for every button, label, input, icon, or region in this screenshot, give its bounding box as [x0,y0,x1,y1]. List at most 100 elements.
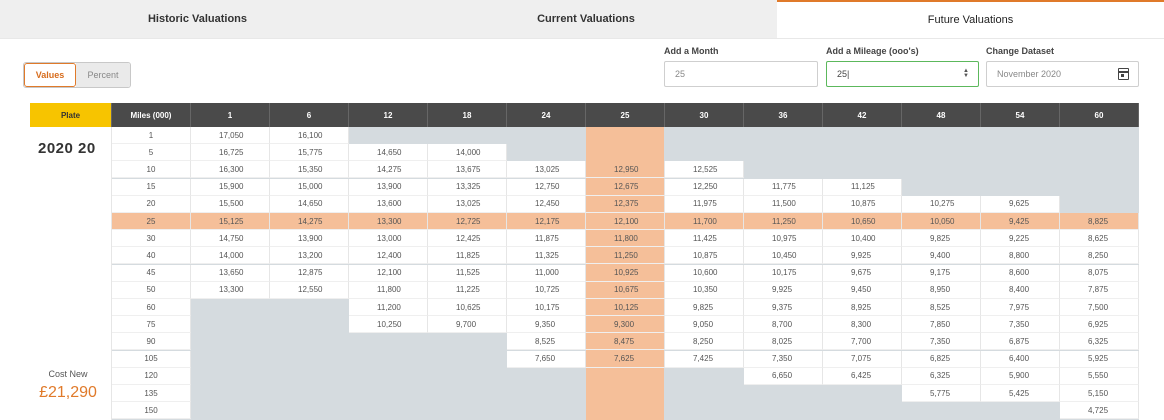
valuation-cell: 10,450 [744,247,823,265]
month-label: Add a Month [664,46,719,56]
valuation-cell: 8,825 [1060,213,1139,230]
valuation-cell: 11,425 [665,230,744,248]
valuation-cell: 11,500 [744,195,823,213]
valuation-cell: 9,450 [823,281,902,299]
valuation-cell: 11,775 [744,178,823,196]
valuation-cell: 6,400 [981,350,1060,368]
valuation-cell: 11,325 [507,247,586,265]
valuation-cell: 11,800 [586,230,665,248]
dataset-value: November 2020 [997,69,1062,79]
valuation-cell: 8,250 [1060,247,1139,265]
valuation-cell: 14,275 [270,213,349,230]
valuation-cell: 14,750 [191,230,270,248]
valuation-cell: 9,175 [902,264,981,282]
valuation-cell: 10,875 [823,195,902,213]
valuation-grid: Plate Miles (000) 2020 20 Cost New £21,2… [30,103,1139,420]
mileage-cell: 50 [112,281,191,299]
valuation-cell: 11,000 [507,264,586,282]
valuation-cell: 10,675 [586,281,665,299]
valuation-cell: 13,200 [270,247,349,265]
valuation-cell: 7,425 [665,350,744,368]
valuation-cell: 7,075 [823,350,902,368]
valuation-cell: 10,175 [744,264,823,282]
mileage-cell: 40 [112,247,191,265]
valuation-cell: 13,650 [191,264,270,282]
valuation-cell: 10,400 [823,230,902,248]
valuation-cell: 10,250 [349,316,428,334]
valuation-cell: 8,525 [507,333,586,351]
valuation-cell: 7,700 [823,333,902,351]
valuation-cell: 7,650 [507,350,586,368]
valuation-cell: 11,800 [349,281,428,299]
valuation-cell: 12,100 [349,264,428,282]
valuation-cell: 9,425 [981,213,1060,230]
valuation-cell: 13,675 [428,161,507,179]
mileage-input[interactable]: 25| ▲ ▼ [826,61,979,87]
valuation-cell: 10,875 [665,247,744,265]
month-header: 42 [823,103,902,127]
month-header: 24 [507,103,586,127]
valuation-cell: 9,625 [981,195,1060,213]
month-header: 6 [270,103,349,127]
dataset-label: Change Dataset [986,46,1055,56]
month-input[interactable]: 25 [664,61,818,87]
mileage-cell: 105 [112,350,191,368]
percent-button[interactable]: Percent [76,63,130,87]
valuation-cell: 15,000 [270,178,349,196]
valuation-cell: 15,775 [270,144,349,162]
tab-divider [0,38,1164,39]
valuation-cell: 9,400 [902,247,981,265]
valuation-cell: 5,775 [902,385,981,402]
valuation-cell: 8,250 [665,333,744,351]
mileage-cell: 20 [112,195,191,213]
valuation-cell: 7,850 [902,316,981,334]
valuation-cell: 7,875 [1060,281,1139,299]
valuation-cell: 8,300 [823,316,902,334]
valuation-cell: 11,825 [428,247,507,265]
valuation-cell: 8,700 [744,316,823,334]
tab-historic-valuations[interactable]: Historic Valuations [0,0,395,38]
tab-future-valuations[interactable]: Future Valuations [777,0,1164,38]
valuation-cell: 12,750 [507,178,586,196]
valuation-cell: 9,050 [665,316,744,334]
month-header: 25 [586,103,665,127]
valuation-cell: 9,375 [744,299,823,316]
valuation-cell: 5,925 [1060,350,1139,368]
valuation-cell: 5,150 [1060,385,1139,402]
month-header: 60 [1060,103,1139,127]
tab-bar: Historic Valuations Current Valuations F… [0,0,1164,38]
spinner-icon[interactable]: ▲ ▼ [962,68,970,79]
valuation-cell: 8,950 [902,281,981,299]
valuation-cell: 6,650 [744,367,823,385]
mileage-cell: 60 [112,299,191,316]
valuation-cell: 8,925 [823,299,902,316]
mileage-cell: 75 [112,316,191,334]
month-header: 54 [981,103,1060,127]
valuation-cell: 9,225 [981,230,1060,248]
valuation-cell: 10,625 [428,299,507,316]
valuation-cell: 6,875 [981,333,1060,351]
valuation-cell: 10,275 [902,195,981,213]
valuation-cell: 10,975 [744,230,823,248]
valuation-cell: 11,125 [823,178,902,196]
valuation-cell: 12,675 [586,178,665,196]
tab-current-valuations[interactable]: Current Valuations [395,0,777,38]
calendar-icon[interactable] [1118,68,1129,80]
mileage-label: Add a Mileage (ooo's) [826,46,919,56]
valuation-cell: 17,050 [191,127,270,144]
valuation-cell: 8,475 [586,333,665,351]
valuation-cell: 10,175 [507,299,586,316]
valuation-cell: 8,600 [981,264,1060,282]
valuation-cell: 13,025 [507,161,586,179]
dataset-input[interactable]: November 2020 [986,61,1139,87]
valuation-cell: 16,300 [191,161,270,179]
valuation-cell: 12,525 [665,161,744,179]
mileage-value: 25| [837,69,850,79]
valuation-cell: 13,300 [191,281,270,299]
valuation-cell: 5,900 [981,367,1060,385]
valuation-cell: 12,425 [428,230,507,248]
valuation-cell: 12,950 [586,161,665,179]
valuation-cell: 4,725 [1060,402,1139,420]
values-button[interactable]: Values [24,63,76,87]
mileage-cell: 1 [112,127,191,144]
